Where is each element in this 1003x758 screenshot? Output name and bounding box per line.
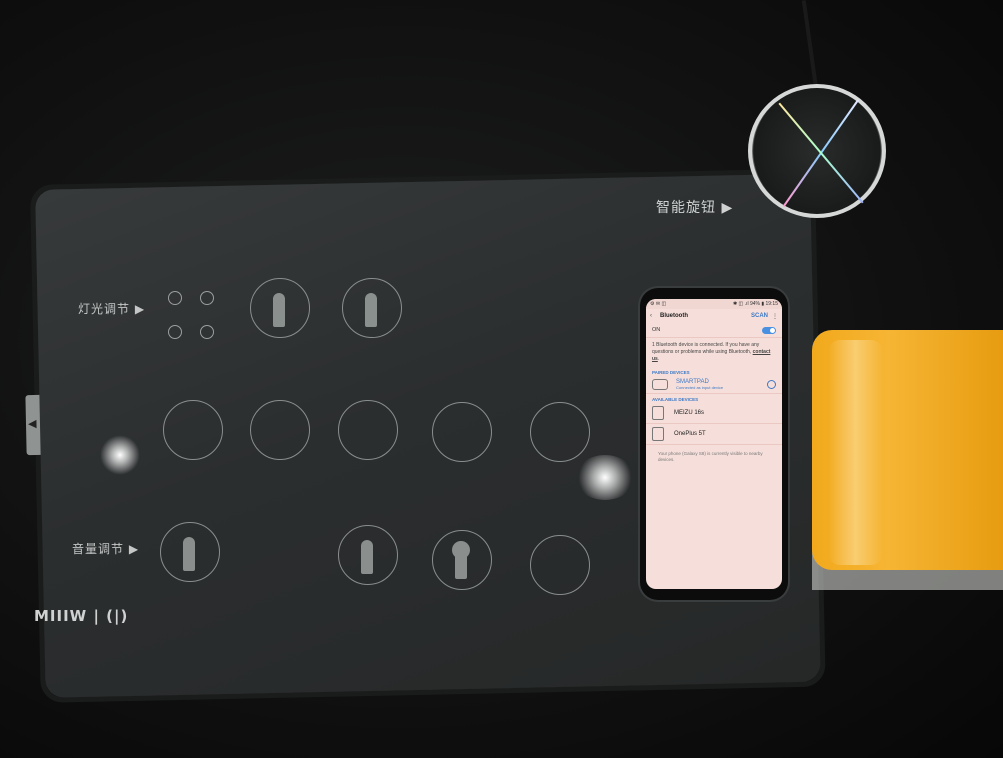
notification-icons: ⚙ ✉ ◫ xyxy=(650,301,667,307)
phone-icon xyxy=(652,406,664,420)
gesture-icon xyxy=(530,402,590,462)
device-status: Connected as input device xyxy=(676,385,724,390)
gesture-tap-icon xyxy=(250,278,310,338)
status-bar: ⚙ ✉ ◫ ✱ ◫ .ıl 94% ▮ 19:15 xyxy=(646,299,782,309)
more-options-icon[interactable]: ⋮ xyxy=(772,313,778,320)
available-device-meizu[interactable]: MEIZU 16s xyxy=(646,403,782,424)
page-title: Bluetooth xyxy=(660,313,688,319)
light-row-label: 灯光调节 ▶ xyxy=(78,302,146,316)
light-mode-icons xyxy=(160,277,220,357)
knob-label: 智能旋钮 ▶ xyxy=(656,200,734,216)
gesture-icon xyxy=(163,400,223,460)
paired-devices-header: PAIRED DEVICES xyxy=(652,370,690,375)
phone-pairing-icon xyxy=(432,402,492,462)
gesture-rotate-icon xyxy=(342,278,402,338)
light-mode-icon xyxy=(168,325,182,339)
bluetooth-toggle-row[interactable]: ON xyxy=(646,323,782,338)
phone-icon xyxy=(652,427,664,441)
left-arrow-icon: ◀ xyxy=(27,416,37,431)
usb-cable xyxy=(801,0,819,90)
smart-knob xyxy=(748,84,886,218)
keyboard-icon xyxy=(652,379,668,390)
bluetooth-toggle[interactable] xyxy=(762,326,776,334)
device-name: MEIZU 16s xyxy=(674,410,705,416)
scan-button[interactable]: SCAN xyxy=(751,313,768,319)
light-mode-icon xyxy=(200,291,214,305)
available-device-oneplus[interactable]: OnePlus 5T xyxy=(646,424,782,445)
light-mode-icon xyxy=(200,325,214,339)
gesture-tap-icon xyxy=(160,522,220,582)
paired-device-smartpad[interactable]: SMARTPAD Connected as input device xyxy=(646,376,782,394)
gesture-rotate-icon xyxy=(338,525,398,585)
phone-screen: ⚙ ✉ ◫ ✱ ◫ .ıl 94% ▮ 19:15 ‹ Bluetooth SC… xyxy=(646,299,782,589)
light-mode-icon xyxy=(168,291,182,305)
volume-row-label: 音量调节 ▶ xyxy=(72,542,140,556)
gear-icon[interactable] xyxy=(767,380,776,389)
gesture-icon xyxy=(338,400,398,460)
status-right: ✱ ◫ .ıl 94% ▮ 19:15 xyxy=(732,301,778,307)
photo-scene: ◀ 灯光调节 ▶ 音量调节 ▶ MIIIW | (|) 智能旋钮 ▶ ⚙ ✉ ◫… xyxy=(0,0,1003,758)
gesture-icon xyxy=(250,400,310,460)
light-glare xyxy=(575,455,635,500)
gesture-press-icon xyxy=(432,530,492,590)
visibility-footnote: Your phone (Galaxy S8) is currently visi… xyxy=(658,451,763,462)
brand-logo: MIIIW | (|) xyxy=(34,607,129,625)
light-glare xyxy=(100,435,140,475)
back-icon[interactable]: ‹ xyxy=(650,313,660,319)
app-bar: ‹ Bluetooth SCAN ⋮ xyxy=(646,309,782,323)
gesture-rotate-icon xyxy=(530,535,590,595)
on-label: ON xyxy=(652,327,661,333)
available-devices-header: AVAILABLE DEVICES xyxy=(652,397,699,402)
connection-notice: 1 Bluetooth device is connected. If you … xyxy=(652,342,771,362)
device-name: OnePlus 5T xyxy=(674,431,706,437)
